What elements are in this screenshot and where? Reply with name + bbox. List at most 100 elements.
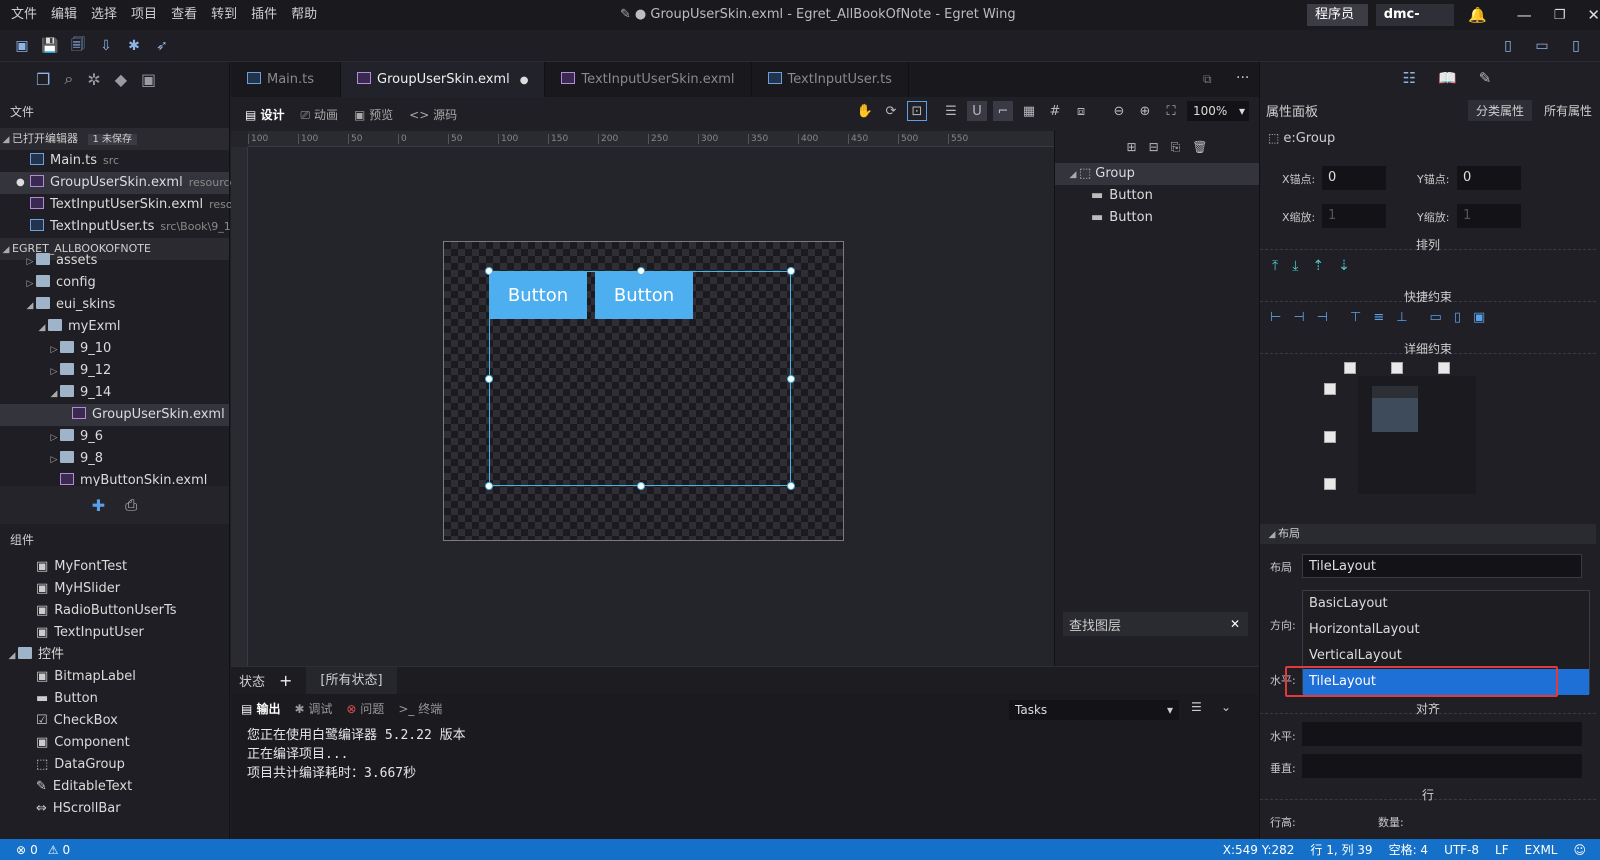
tree-file[interactable]: myButtonSkin.exml bbox=[0, 470, 229, 486]
resize-handle-r[interactable] bbox=[787, 375, 795, 383]
toggle-right-icon[interactable]: ▯ bbox=[1562, 32, 1590, 60]
component-item[interactable]: ▣ MyHSlider bbox=[0, 578, 229, 600]
tree-folder[interactable]: ◢ myExml bbox=[0, 316, 229, 338]
image-icon[interactable]: ⧈ bbox=[1071, 101, 1091, 121]
zoom-out-icon[interactable]: ⊖ bbox=[1109, 101, 1129, 121]
send-back-icon[interactable]: ⤓ bbox=[1292, 258, 1298, 274]
problems-indicator[interactable]: ⊗ 0 ⚠ 0 bbox=[16, 843, 70, 857]
resize-handle-t[interactable] bbox=[637, 267, 645, 275]
refresh-icon[interactable]: ⟳ bbox=[881, 101, 901, 121]
layer-button-2[interactable]: ▬ Button bbox=[1055, 207, 1259, 229]
task-select[interactable]: Tasks ▾ bbox=[1009, 700, 1179, 720]
control-item[interactable]: ▣ Component bbox=[0, 732, 229, 754]
control-item[interactable]: ⇔ HScrollBar bbox=[0, 798, 229, 820]
clear-icon[interactable]: ✕ bbox=[1230, 617, 1248, 631]
toggle-panel-icon[interactable]: ▭ bbox=[1528, 32, 1556, 60]
tab-category-props[interactable]: 分类属性 bbox=[1467, 99, 1532, 121]
tree-folder[interactable]: ◢ eui_skins bbox=[0, 294, 229, 316]
controls-group[interactable]: ◢ 控件 bbox=[0, 644, 229, 666]
caret-right-icon[interactable]: ▷ bbox=[48, 361, 60, 383]
close-icon[interactable]: ✕ bbox=[1587, 6, 1600, 24]
top-constraint-icon[interactable]: ⊤ bbox=[1350, 310, 1361, 325]
layer-group[interactable]: ◢ ⬚ Group bbox=[1055, 163, 1259, 185]
constraint-top-center-checkbox[interactable] bbox=[1391, 362, 1403, 374]
fit-icon[interactable]: ⊡ bbox=[907, 101, 927, 121]
open-editor-item[interactable]: TextInputUser.ts src\Book\9_12 bbox=[0, 216, 238, 238]
tab-groupuserskin-exml[interactable]: GroupUserSkin.exml ● bbox=[341, 62, 546, 97]
properties-icon[interactable]: ☷ bbox=[1403, 69, 1416, 87]
zoom-in-icon[interactable]: ⊕ bbox=[1135, 101, 1155, 121]
open-editor-item[interactable]: Main.ts src bbox=[0, 150, 229, 172]
group-selection-box[interactable] bbox=[485, 267, 795, 490]
run-icon[interactable]: ➶ bbox=[148, 32, 176, 60]
group-icon[interactable]: ⊞ bbox=[1127, 140, 1137, 154]
open-editor-item[interactable]: TextInputUserSkin.exml resou... bbox=[0, 194, 250, 216]
constraint-left-bottom-checkbox[interactable] bbox=[1324, 478, 1336, 490]
tab-main-ts[interactable]: Main.ts bbox=[231, 62, 341, 97]
feedback-icon[interactable]: ☺ bbox=[1573, 843, 1586, 857]
menu-item[interactable]: 选择 bbox=[84, 0, 124, 30]
control-item[interactable]: ▬ Button bbox=[0, 688, 229, 710]
layer-search[interactable]: 查找图层 ✕ bbox=[1063, 612, 1248, 636]
mode-source[interactable]: <> 源码 bbox=[403, 106, 463, 123]
collapse-icon[interactable]: ⌄ bbox=[1221, 700, 1231, 714]
fill-constraint-icon[interactable]: ▣ bbox=[1473, 310, 1485, 325]
send-backward-icon[interactable]: ⇣ bbox=[1338, 258, 1350, 274]
save-icon[interactable]: 💾 bbox=[36, 32, 64, 60]
menu-item[interactable]: 插件 bbox=[244, 0, 284, 30]
menu-item[interactable]: 转到 bbox=[204, 0, 244, 30]
toggle-sidebar-icon[interactable]: ▯ bbox=[1494, 32, 1522, 60]
resize-handle-l[interactable] bbox=[485, 375, 493, 383]
component-item[interactable]: ▣ RadioButtonUserTs bbox=[0, 600, 229, 622]
caret-right-icon[interactable]: ▷ bbox=[24, 251, 36, 273]
search-icon[interactable]: ⌕ bbox=[64, 69, 73, 89]
component-item[interactable]: ▣ TextInputUser bbox=[0, 622, 229, 644]
trash-icon[interactable]: 🗑 bbox=[1192, 140, 1207, 154]
current-state-tab[interactable]: [所有状态] bbox=[306, 666, 397, 695]
tree-folder[interactable]: ◢ 9_14 bbox=[0, 382, 229, 404]
menu-item[interactable]: 文件 bbox=[4, 0, 44, 30]
mode-preview[interactable]: ▣ 预览 bbox=[348, 106, 399, 123]
bring-front-icon[interactable]: ⤒ bbox=[1272, 258, 1278, 274]
tree-folder[interactable]: ▷ config bbox=[0, 272, 229, 294]
left-constraint-icon[interactable]: ⊢ bbox=[1270, 310, 1281, 325]
hcenter-constraint-icon[interactable]: ⊣ bbox=[1293, 310, 1304, 325]
control-item[interactable]: ▣ BitmapLabel bbox=[0, 666, 229, 688]
encoding[interactable]: UTF-8 bbox=[1444, 843, 1479, 857]
resize-handle-tr[interactable] bbox=[787, 267, 795, 275]
resource-icon[interactable]: ▣ bbox=[141, 70, 156, 89]
component-item[interactable]: ▣ MyFontTest bbox=[0, 556, 229, 578]
magnet-icon[interactable]: U bbox=[967, 101, 987, 121]
caret-down-icon[interactable]: ◢ bbox=[36, 317, 48, 339]
debug-icon[interactable]: ✱ bbox=[120, 32, 148, 60]
caret-right-icon[interactable]: ▷ bbox=[24, 273, 36, 295]
mode-animation[interactable]: ⎚ 动画 bbox=[295, 106, 344, 123]
tree-file[interactable]: GroupUserSkin.exml bbox=[0, 404, 229, 426]
align-h-select[interactable] bbox=[1302, 722, 1582, 746]
vcenter-constraint-icon[interactable]: ≡ bbox=[1373, 310, 1384, 325]
snap-icon[interactable]: ⌐ bbox=[993, 101, 1013, 121]
layer-button-1[interactable]: ▬ Button bbox=[1055, 185, 1259, 207]
constraint-top-left-checkbox[interactable] bbox=[1344, 362, 1356, 374]
layout-select[interactable]: TileLayout bbox=[1302, 554, 1582, 578]
layer-icon[interactable]: ☰ bbox=[941, 101, 961, 121]
open-editor-item[interactable]: ● GroupUserSkin.exml resource... bbox=[0, 172, 247, 194]
save-all-icon[interactable]: 🗐 bbox=[64, 32, 92, 60]
restore-icon[interactable]: ❐ bbox=[1554, 8, 1566, 23]
menu-item[interactable]: 帮助 bbox=[284, 0, 324, 30]
more-icon[interactable]: ··· bbox=[1236, 70, 1249, 86]
open-editors-header[interactable]: ◢ 已打开编辑器 1 未保存 bbox=[0, 128, 229, 150]
tab-textinputuserskin-exml[interactable]: TextInputUserSkin.exml bbox=[545, 62, 752, 97]
tree-folder[interactable]: ▷ assets bbox=[0, 250, 229, 272]
minimize-icon[interactable]: — bbox=[1517, 6, 1532, 24]
new-project-icon[interactable]: ▣ bbox=[8, 32, 36, 60]
caret-right-icon[interactable]: ▷ bbox=[48, 427, 60, 449]
ungroup-icon[interactable]: ⊟ bbox=[1149, 140, 1159, 154]
user-button[interactable]: dmc-nero bbox=[1375, 4, 1455, 44]
constraint-top-right-checkbox[interactable] bbox=[1438, 362, 1450, 374]
copy-icon[interactable]: ⎘ bbox=[1171, 140, 1181, 155]
mode-design[interactable]: ▤ 设计 bbox=[239, 106, 291, 123]
guides-icon[interactable]: # bbox=[1045, 101, 1065, 121]
menu-item[interactable]: 查看 bbox=[164, 0, 204, 30]
files-icon[interactable]: ❐ bbox=[36, 70, 50, 89]
